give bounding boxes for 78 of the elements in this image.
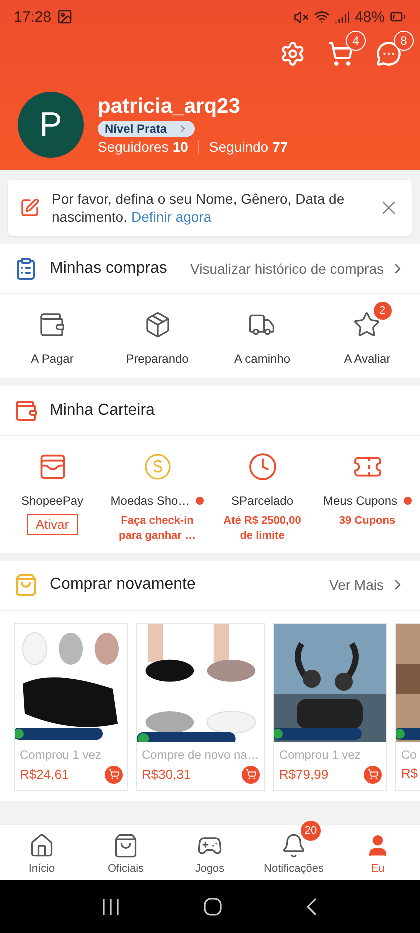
count-badge: 4 xyxy=(346,31,366,51)
product-price: R$30,31 xyxy=(142,767,192,782)
wallet-item-label: Moedas Sho… xyxy=(110,494,190,508)
count-badge: 20 xyxy=(301,820,321,840)
nav-tab[interactable]: Início xyxy=(0,825,84,880)
history-link[interactable]: Visualizar histórico de compras xyxy=(190,260,406,277)
section-title: Comprar novamente xyxy=(50,576,197,594)
following-count[interactable]: Seguindo 77 xyxy=(209,139,288,155)
nav-tab[interactable]: Eu xyxy=(336,825,420,880)
mute-icon xyxy=(294,10,309,24)
cart-icon xyxy=(328,41,354,67)
back-button[interactable] xyxy=(305,896,319,916)
edit-icon xyxy=(20,198,40,218)
purchase-note: Comprou 1 vez xyxy=(19,746,102,764)
chat-button[interactable] xyxy=(376,41,402,67)
wallet-item-detail: Até R$ 2500,00 de limite xyxy=(222,514,302,543)
notice-text: Por favor, defina o seu Nome, Gênero, Data de nascimento. Definir agora xyxy=(52,190,346,226)
wallet-icon xyxy=(38,311,66,340)
nav-tab[interactable]: Oficiais xyxy=(84,825,168,880)
recents-button[interactable] xyxy=(101,898,121,916)
order-status-item[interactable]: Preparando xyxy=(126,310,189,366)
coin-icon xyxy=(142,452,172,482)
username: patricia_arq23 xyxy=(98,95,242,119)
purchase-note: Compre de novo na… xyxy=(141,746,260,764)
product-price: R$24,61 xyxy=(20,767,70,782)
bag-icon xyxy=(113,832,139,858)
signal-icon xyxy=(334,10,350,24)
product-price: R$ xyxy=(401,766,418,781)
nav-tab[interactable]: Jogos xyxy=(168,825,252,880)
section-title: Minhas compras xyxy=(50,260,168,278)
purchase-note: Comprou 1 vez xyxy=(278,746,362,764)
image-icon xyxy=(56,9,73,25)
product-card[interactable]: Comprou 1 vez R$24,61 xyxy=(14,622,128,791)
avatar[interactable]: P xyxy=(18,92,84,158)
clock-icon xyxy=(248,452,278,482)
bell-icon xyxy=(281,832,307,858)
cart-icon xyxy=(246,769,257,780)
box-icon xyxy=(144,311,172,340)
wallet-item-label: SParcelado xyxy=(231,494,294,508)
section-title: Minha Carteira xyxy=(50,402,156,420)
count-badge: 2 xyxy=(374,302,392,320)
battery-percent: 48% xyxy=(354,8,385,26)
chat-icon xyxy=(376,41,402,67)
wallet-item-label: ShopeePay xyxy=(21,494,84,508)
order-status-item[interactable]: A Pagar xyxy=(31,310,74,366)
set-now-link[interactable]: Definir agora xyxy=(131,209,212,226)
cart-icon xyxy=(368,769,379,780)
activate-button[interactable]: Ativar xyxy=(26,514,78,536)
home-icon xyxy=(29,832,55,858)
wallet-item-label: Meus Cupons xyxy=(323,494,398,508)
followers-count[interactable]: Seguidores 10 xyxy=(98,139,188,155)
star-icon xyxy=(353,311,382,340)
product-card[interactable]: Comprou 1 vez R$79,99 xyxy=(273,622,388,791)
wallet-item-detail: 39 Cupons xyxy=(339,514,396,529)
add-to-cart-button[interactable] xyxy=(364,766,382,784)
product-card[interactable]: Co R$ xyxy=(395,622,420,791)
wallet-item-button[interactable] xyxy=(248,452,278,482)
clipboard-icon xyxy=(14,256,38,281)
wifi-icon xyxy=(314,9,330,25)
home-button[interactable] xyxy=(203,896,223,916)
see-more-link[interactable]: Ver Mais xyxy=(330,577,406,594)
wallet-item-button[interactable] xyxy=(142,452,172,482)
settings-button[interactable] xyxy=(280,41,306,67)
wallet-item-detail: Faça check-in para ganhar … xyxy=(118,514,198,543)
order-status-item[interactable]: A caminho xyxy=(234,310,291,366)
product-price: R$79,99 xyxy=(279,767,329,782)
count-badge: 8 xyxy=(394,31,414,51)
status-time: 17:28 xyxy=(14,8,52,26)
purchase-note: Co xyxy=(400,746,418,764)
add-to-cart-button[interactable] xyxy=(242,766,260,784)
cart-button[interactable] xyxy=(328,41,354,67)
add-to-cart-button[interactable] xyxy=(105,766,123,784)
settings-icon xyxy=(280,41,306,67)
wallet-icon xyxy=(14,398,38,423)
cart-icon xyxy=(108,769,120,780)
bag-icon xyxy=(14,573,38,598)
level-badge[interactable]: Nível Prata xyxy=(98,121,196,137)
product-card[interactable]: Compre de novo na… R$30,31 xyxy=(136,622,266,791)
